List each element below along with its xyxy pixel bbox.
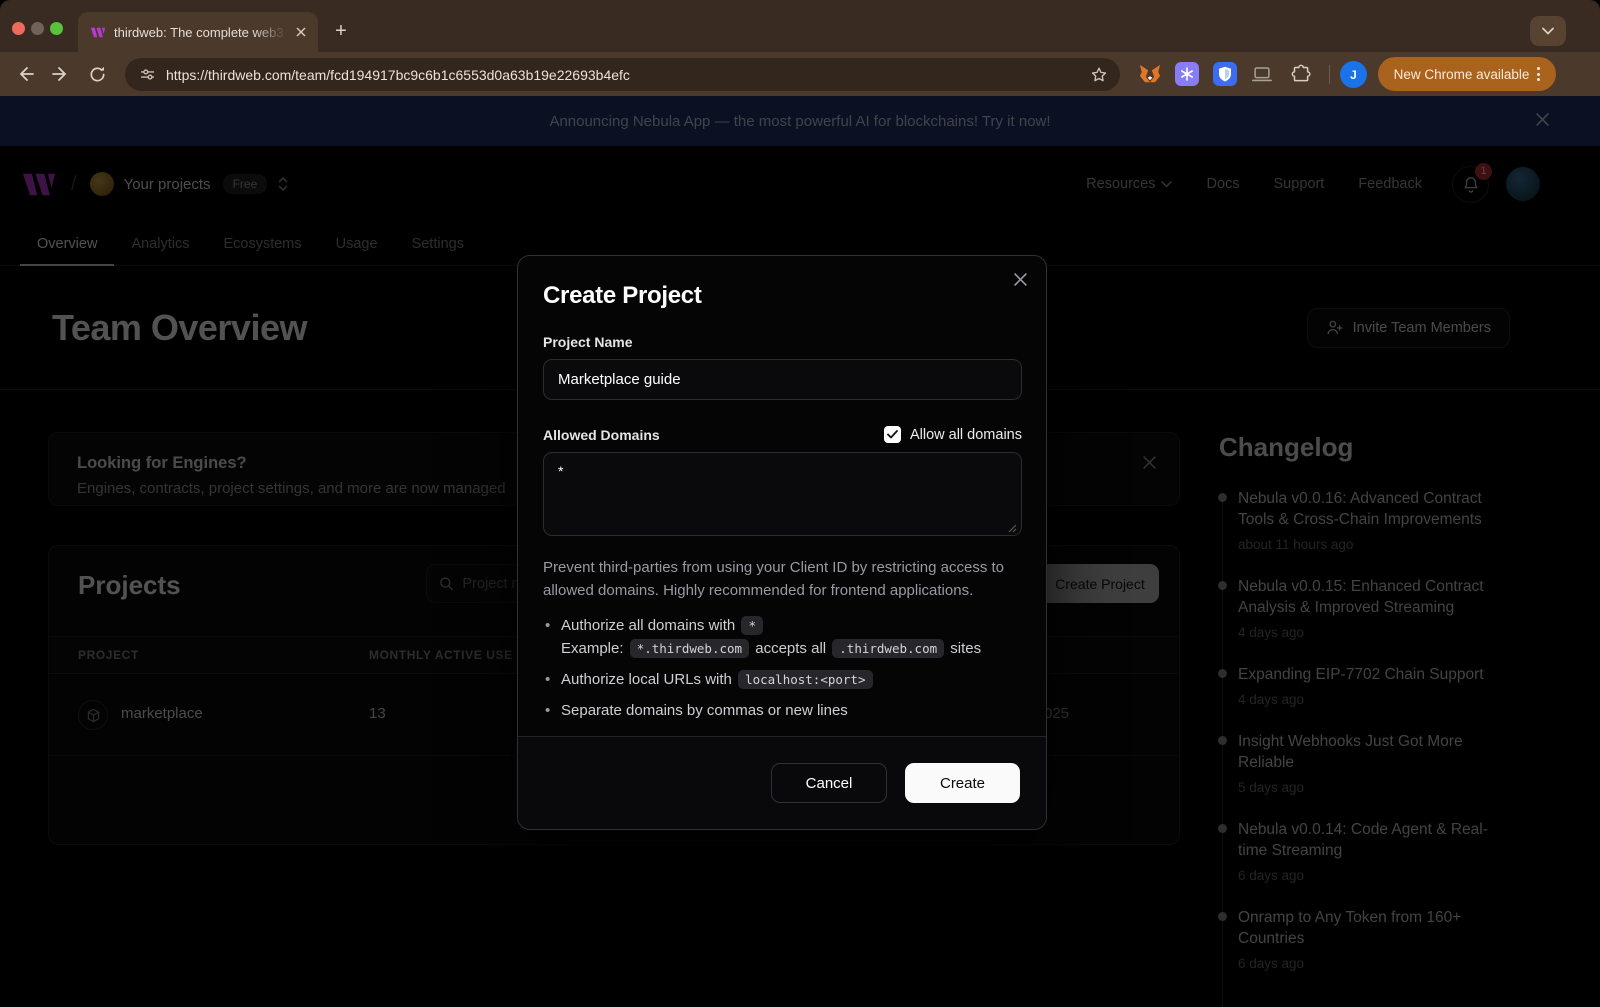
chrome-update-label: New Chrome available — [1394, 67, 1530, 82]
project-name-input[interactable] — [543, 359, 1022, 400]
chrome-profile-avatar[interactable]: J — [1340, 61, 1367, 88]
back-icon[interactable] — [14, 63, 36, 85]
code-asterisk: * — [741, 616, 763, 635]
forward-icon[interactable] — [50, 63, 72, 85]
resize-grip-icon[interactable] — [1008, 524, 1017, 533]
bullet-text: Authorize all domains with — [561, 617, 735, 634]
macos-minimize-button[interactable] — [31, 22, 44, 35]
bullet-separate-domains: Separate domains by commas or new lines — [543, 699, 1020, 722]
browser-window: thirdweb: The complete web3 + https://th… — [0, 0, 1600, 1007]
bullet-text: Authorize local URLs with — [561, 671, 732, 688]
url-text[interactable]: https://thirdweb.com/team/fcd194917bc9c6… — [166, 67, 1090, 83]
chrome-update-button[interactable]: New Chrome available — [1378, 57, 1556, 91]
page-viewport: Announcing Nebula App — the most powerfu… — [0, 96, 1600, 1007]
allowed-domains-textarea[interactable]: * — [543, 452, 1022, 536]
tab-title: thirdweb: The complete web3 — [114, 25, 292, 40]
chrome-menu-kebab-icon[interactable] — [1537, 67, 1540, 81]
browser-tab[interactable]: thirdweb: The complete web3 — [78, 12, 318, 52]
macos-close-button[interactable] — [12, 22, 25, 35]
allow-all-checkbox[interactable] — [884, 426, 901, 443]
tab-close-icon[interactable] — [292, 23, 310, 41]
bullet-text: sites — [950, 640, 981, 657]
extensions-puzzle-icon[interactable] — [1289, 62, 1313, 86]
domains-textarea-wrap: * — [543, 452, 1022, 541]
code-suffix-domain: .thirdweb.com — [832, 639, 944, 658]
dialog-title: Create Project — [543, 282, 1020, 310]
url-bar[interactable]: https://thirdweb.com/team/fcd194917bc9c6… — [125, 58, 1120, 91]
allow-all-label: Allow all domains — [910, 427, 1022, 443]
domains-help-text: Prevent third-parties from using your Cl… — [543, 556, 1022, 602]
create-button[interactable]: Create — [905, 763, 1020, 803]
bookmark-star-icon[interactable] — [1090, 66, 1108, 84]
reload-icon[interactable] — [86, 63, 108, 85]
bullet-authorize-all: Authorize all domains with * Example: *.… — [543, 614, 1020, 660]
allow-all-domains-toggle[interactable]: Allow all domains — [884, 426, 1022, 443]
code-wildcard-domain: *.thirdweb.com — [630, 639, 749, 658]
site-settings-icon[interactable] — [139, 66, 156, 83]
macos-zoom-button[interactable] — [50, 22, 63, 35]
dialog-close-icon[interactable] — [1013, 272, 1028, 292]
metamask-extension-icon[interactable] — [1138, 62, 1162, 86]
thirdweb-favicon — [90, 26, 106, 39]
dialog-body: Create Project Project Name Allowed Doma… — [518, 256, 1046, 722]
browser-toolbar: https://thirdweb.com/team/fcd194917bc9c6… — [0, 52, 1600, 96]
cancel-button[interactable]: Cancel — [771, 763, 887, 803]
create-project-dialog: Create Project Project Name Allowed Doma… — [517, 255, 1047, 830]
snowflake-extension-icon[interactable] — [1175, 62, 1199, 86]
allowed-domains-row: Allowed Domains Allow all domains — [543, 426, 1022, 443]
project-name-label: Project Name — [543, 334, 1020, 350]
toolbar-divider — [1329, 65, 1330, 84]
bullet-text: Example: — [561, 640, 624, 657]
bullet-text: accepts all — [755, 640, 826, 657]
allowed-domains-label: Allowed Domains — [543, 427, 660, 443]
bullet-authorize-local: Authorize local URLs with localhost:<por… — [543, 668, 1020, 691]
domains-bullet-list: Authorize all domains with * Example: *.… — [543, 614, 1020, 722]
dialog-footer: Cancel Create — [518, 736, 1046, 829]
browser-tabstrip: thirdweb: The complete web3 + — [0, 0, 1600, 52]
new-tab-button[interactable]: + — [328, 18, 354, 44]
checkbox-check-icon — [887, 430, 898, 439]
code-localhost: localhost:<port> — [738, 670, 872, 689]
shield-extension-icon[interactable] — [1213, 62, 1237, 86]
tab-search-chevron-button[interactable] — [1530, 16, 1566, 46]
laptop-extension-icon[interactable] — [1250, 62, 1274, 86]
